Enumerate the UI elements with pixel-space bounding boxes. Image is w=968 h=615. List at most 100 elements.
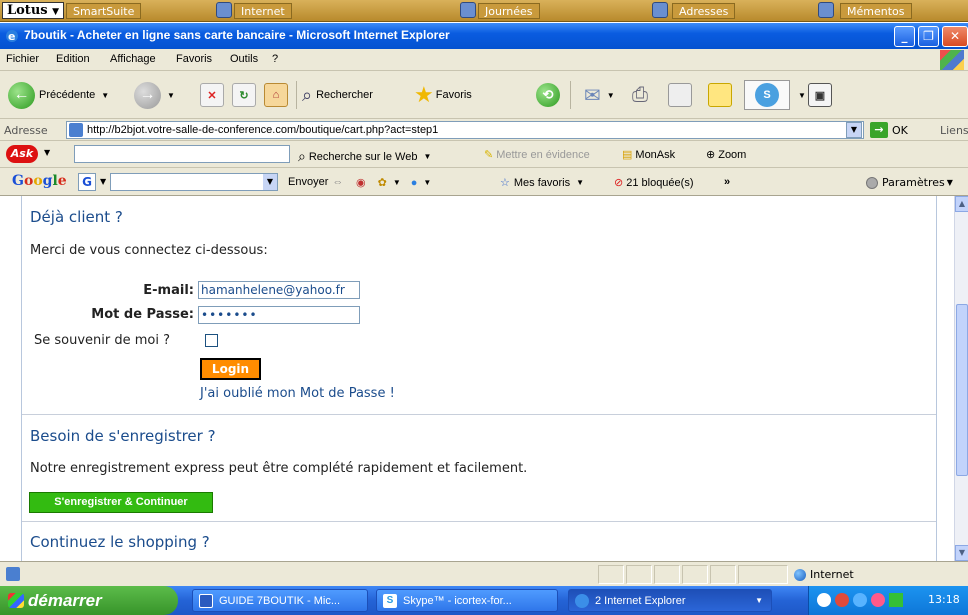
google-favorites-button[interactable]: ☆ Mes favoris ▼ xyxy=(500,176,584,190)
google-send-button[interactable]: Envoyer ⇔ xyxy=(288,176,343,188)
history-button[interactable]: ⟲ xyxy=(536,80,560,110)
search-label: Rechercher xyxy=(316,89,373,101)
password-label: Mot de Passe: xyxy=(91,307,194,322)
existing-client-title: Déjà client ? xyxy=(30,208,123,226)
email-field[interactable]: hamanhelene@yahoo.fr xyxy=(198,281,360,299)
remember-checkbox[interactable] xyxy=(205,334,218,347)
tray-app-icon[interactable] xyxy=(835,593,849,607)
google-g-icon[interactable]: G xyxy=(78,173,96,191)
messenger-icon: S xyxy=(755,83,779,107)
taskbar-clock[interactable]: 13:18 xyxy=(928,593,960,606)
page-icon xyxy=(69,123,83,137)
continue-shopping-title: Continuez le shopping ? xyxy=(30,533,210,551)
chevron-down-icon: ▼ xyxy=(423,152,432,161)
links-label[interactable]: Liens xyxy=(940,124,968,137)
edit-button[interactable] xyxy=(668,80,692,110)
remember-label: Se souvenir de moi ? xyxy=(34,333,171,348)
search-button[interactable]: ⌕ Rechercher xyxy=(302,80,373,110)
popup-blocker-button[interactable]: ⊘ 21 bloquée(s) xyxy=(614,176,694,190)
scroll-up-arrow[interactable]: ▲ xyxy=(955,196,968,212)
window-title: 7boutik - Acheter en ligne sans carte ba… xyxy=(24,28,450,42)
tray-app-icon[interactable] xyxy=(853,593,867,607)
page-content: Déjà client ? Merci de vous connectez ci… xyxy=(0,196,954,561)
note-icon xyxy=(708,83,732,107)
print-button[interactable]: ⎙ xyxy=(632,80,648,110)
forward-button[interactable]: → ▼ xyxy=(134,80,175,110)
go-arrow-icon: → xyxy=(870,122,888,138)
google-tool-buttons[interactable]: ◉ ✿ ▼ ● ▼ xyxy=(356,176,432,190)
stop-button[interactable]: ✕ xyxy=(200,80,224,110)
ask-search-input[interactable] xyxy=(74,145,290,163)
minimize-button[interactable]: _ xyxy=(894,26,915,47)
lotus-item-smartsuite[interactable]: SmartSuite xyxy=(66,3,142,19)
maximize-button[interactable]: ❐ xyxy=(918,26,939,47)
menu-affichage[interactable]: Affichage xyxy=(110,53,156,65)
google-settings-button[interactable]: Paramètres ▼ xyxy=(866,176,953,189)
taskbar-item-internet-explorer[interactable]: 2 Internet Explorer ▼ xyxy=(568,589,772,612)
vertical-scrollbar[interactable]: ▲ ▼ xyxy=(954,196,968,561)
address-dropdown[interactable]: ▼ xyxy=(846,122,862,138)
tray-play-icon[interactable] xyxy=(889,593,903,607)
lotus-menu-button[interactable]: Lotus ▼ xyxy=(2,2,65,19)
menu-bar: Fichier Edition Affichage Favoris Outils… xyxy=(0,49,968,71)
lotus-item-mementos[interactable]: Mémentos xyxy=(840,3,912,19)
section-divider xyxy=(22,521,936,522)
chevron-down-icon: ▼ xyxy=(392,178,401,187)
folder-icon: ▤ xyxy=(622,149,633,161)
messenger-button[interactable]: S xyxy=(744,80,790,110)
go-button[interactable]: → OK xyxy=(870,121,908,139)
scroll-thumb[interactable] xyxy=(956,304,968,476)
chevron-down-icon: ▼ xyxy=(423,178,432,187)
tray-arrow-icon[interactable] xyxy=(817,593,831,607)
ask-logo[interactable]: Ask xyxy=(6,145,38,163)
login-button[interactable]: Login xyxy=(200,358,261,380)
refresh-button[interactable]: ↻ xyxy=(232,80,256,110)
refresh-icon: ↻ xyxy=(232,83,256,107)
scroll-down-arrow[interactable]: ▼ xyxy=(955,545,968,561)
ask-highlight-button[interactable]: ✎ Mettre en évidence xyxy=(484,148,590,162)
forgot-password-link[interactable]: J'ai oublié mon Mot de Passe ! xyxy=(200,386,395,401)
monask-button[interactable]: ▤ MonAsk xyxy=(622,148,676,162)
chat-icon: ● xyxy=(410,176,418,189)
start-button[interactable]: démarrer xyxy=(0,586,178,615)
chevron-down-icon[interactable]: ▼ xyxy=(44,148,50,157)
chevron-down-icon[interactable]: ▼ xyxy=(100,177,106,186)
monask-label: MonAsk xyxy=(635,148,676,161)
favorites-button[interactable]: ★ Favoris xyxy=(414,80,472,110)
tool-icon: ✿ xyxy=(377,177,387,189)
messenger-dropdown[interactable]: ▼ xyxy=(792,80,806,110)
google-search-dropdown[interactable]: ▼ xyxy=(263,174,277,190)
google-search-input[interactable]: ▼ xyxy=(110,173,278,191)
mail-button[interactable]: ✉ ▼ xyxy=(584,80,615,110)
taskbar-item-word[interactable]: GUIDE 7BOUTIK - Mic... xyxy=(192,589,368,612)
register-continue-button[interactable]: S'enregistrer & Continuer xyxy=(29,492,213,513)
menu-help[interactable]: ? xyxy=(272,53,278,65)
lotus-item-journees[interactable]: Journées xyxy=(478,3,540,19)
notes-button[interactable] xyxy=(708,80,732,110)
password-field[interactable]: ••••••• xyxy=(198,306,360,324)
status-cell xyxy=(654,565,680,584)
back-button[interactable]: ← Précédente ▼ xyxy=(8,80,109,110)
tool-icon: ◉ xyxy=(356,177,366,189)
menu-edition[interactable]: Edition xyxy=(56,53,90,65)
toolbar-separator xyxy=(296,81,297,109)
lotus-item-adresses[interactable]: Adresses xyxy=(672,3,736,19)
lotus-item-internet[interactable]: Internet xyxy=(234,3,292,19)
google-logo[interactable]: Google xyxy=(12,173,67,189)
research-button[interactable]: ▣ xyxy=(808,80,832,110)
menu-favoris[interactable]: Favoris xyxy=(176,53,212,65)
google-send-label: Envoyer xyxy=(288,176,329,188)
chevron-down-icon: ▼ xyxy=(167,90,175,100)
menu-outils[interactable]: Outils xyxy=(230,53,258,65)
more-chevron[interactable]: » xyxy=(724,176,730,188)
menu-fichier[interactable]: Fichier xyxy=(6,53,39,65)
ask-search-web-button[interactable]: ⌕ Recherche sur le Web ▼ xyxy=(298,148,431,165)
taskbar-item-skype[interactable]: S Skype™ - icortex-for... xyxy=(376,589,558,612)
address-input[interactable]: http://b2bjot.votre-salle-de-conference.… xyxy=(66,121,864,139)
tray-app-icon[interactable] xyxy=(871,593,885,607)
close-button[interactable]: ✕ xyxy=(942,26,968,47)
home-button[interactable]: ⌂ xyxy=(264,80,288,110)
svg-text:e: e xyxy=(8,30,15,43)
chevron-down-icon: ▼ xyxy=(52,7,60,17)
zoom-button[interactable]: ⊕ Zoom xyxy=(706,148,746,162)
